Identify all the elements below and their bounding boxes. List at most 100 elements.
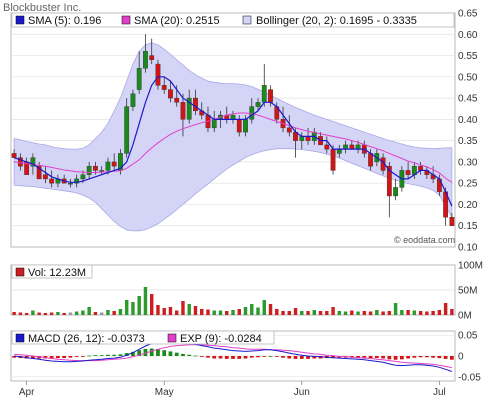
volume-bar xyxy=(293,308,298,315)
exp-swatch xyxy=(167,333,177,343)
candle-down xyxy=(236,119,242,133)
volume-bar xyxy=(212,310,216,315)
volume-bar xyxy=(318,311,323,315)
candle-up xyxy=(68,182,73,185)
macd-histogram-bar xyxy=(181,353,185,356)
macd-histogram-bar xyxy=(118,354,123,356)
candle-up xyxy=(80,174,86,180)
volume-bar xyxy=(112,311,116,315)
price-legend: SMA (5): 0.196 SMA (20): 0.2515 Bollinge… xyxy=(11,12,455,28)
macd-histogram-bar xyxy=(212,356,217,359)
price-tick-label: 0.55 xyxy=(458,51,478,62)
volume-bar xyxy=(193,306,198,315)
x-tick-label: Apr xyxy=(19,387,35,398)
candle-up xyxy=(393,187,398,197)
candle-down xyxy=(161,85,167,90)
candle-up xyxy=(143,51,148,69)
macd-histogram-bar xyxy=(174,352,179,356)
volume-bar xyxy=(87,307,91,315)
legend-macd: MACD (26, 12): -0.0373 xyxy=(28,333,145,345)
macd-histogram-bar xyxy=(374,356,379,359)
macd-histogram-bar xyxy=(406,356,410,359)
volume-bar xyxy=(393,303,398,315)
volume-bar xyxy=(362,311,367,315)
price-tick-label: 0.40 xyxy=(458,115,478,126)
macd-histogram-bar xyxy=(199,356,204,357)
volume-bar xyxy=(124,300,129,315)
volume-bar xyxy=(218,310,223,315)
macd-histogram-bar xyxy=(274,356,279,357)
volume-bar xyxy=(31,310,35,315)
volume-tick-label: 100M xyxy=(458,261,483,272)
candle-down xyxy=(324,144,330,150)
volume-bar xyxy=(106,310,110,315)
volume-bar xyxy=(387,311,392,315)
volume-bar xyxy=(81,310,85,315)
candle-down xyxy=(286,127,292,133)
volume-bar xyxy=(306,311,310,315)
volume-y-axis: 100M 50M 0M xyxy=(458,261,483,322)
volume-bar xyxy=(181,301,185,315)
macd-histogram-bar xyxy=(424,356,429,358)
candle-up xyxy=(336,148,342,154)
volume-bar xyxy=(231,310,235,315)
watermark: © eoddata.com xyxy=(394,235,455,245)
price-tick-label: 0.65 xyxy=(458,9,478,20)
volume-bar xyxy=(118,309,123,315)
candle-down xyxy=(155,63,161,86)
candle-up xyxy=(124,106,130,154)
legend-bollinger: Bollinger (20, 2): 0.1695 - 0.3335 xyxy=(256,15,417,27)
macd-histogram-bar xyxy=(68,356,73,358)
volume-bar xyxy=(187,304,191,315)
volume-bar xyxy=(156,305,160,315)
volume-bar xyxy=(243,307,248,315)
bollinger-swatch xyxy=(242,15,252,25)
macd-histogram-bar xyxy=(293,356,298,359)
candle-down xyxy=(11,153,17,158)
candle-up xyxy=(243,119,248,133)
volume-bar xyxy=(49,312,54,315)
volume-bar xyxy=(281,311,285,315)
volume-bar xyxy=(381,311,385,315)
macd-swatch xyxy=(15,333,25,343)
candle-up xyxy=(261,85,267,103)
volume-bar xyxy=(443,303,448,315)
volume-bar xyxy=(400,310,404,315)
legend-exp: EXP (9): -0.0284 xyxy=(180,333,262,345)
volume-bar xyxy=(56,312,60,315)
macd-histogram-bar xyxy=(99,355,104,356)
macd-histogram-bar xyxy=(93,355,98,356)
volume-bar xyxy=(343,311,348,315)
macd-histogram-bar xyxy=(249,356,254,358)
macd-tick-label: -0.05 xyxy=(458,372,481,383)
volume-bar xyxy=(412,310,417,315)
chart-title: Blockbuster Inc. xyxy=(3,2,81,14)
volume-bar xyxy=(225,311,229,315)
macd-histogram-bar xyxy=(206,356,210,358)
volume-bar xyxy=(68,312,73,315)
macd-legend: MACD (26, 12): -0.0373 EXP (9): -0.0284 xyxy=(11,330,275,345)
macd-histogram-bar xyxy=(387,356,392,360)
volume-bar xyxy=(250,304,254,315)
macd-histogram-bar xyxy=(299,356,304,359)
volume-bar xyxy=(12,312,16,315)
candle-up xyxy=(99,170,105,172)
macd-histogram-bar xyxy=(168,351,173,356)
candle-down xyxy=(149,55,155,61)
volume-swatch xyxy=(15,267,25,277)
macd-histogram-bar xyxy=(87,355,92,357)
sma20-swatch xyxy=(121,15,131,25)
candle-down xyxy=(111,161,117,167)
macd-histogram-bar xyxy=(418,356,423,358)
candle-down xyxy=(49,178,55,184)
price-tick-label: 0.50 xyxy=(458,72,478,83)
candle-up xyxy=(230,114,236,120)
price-tick-label: 0.20 xyxy=(458,200,478,211)
legend-sma20: SMA (20): 0.2515 xyxy=(134,15,220,27)
price-y-axis: 0.65 0.60 0.55 0.50 0.45 0.40 0.35 0.30 0.25 0.20… xyxy=(458,9,478,254)
volume-bar xyxy=(149,294,154,315)
x-tick-label: May xyxy=(155,387,174,398)
macd-histogram-bar xyxy=(187,354,192,356)
candle-down xyxy=(449,217,455,226)
volume-bar xyxy=(237,309,241,315)
